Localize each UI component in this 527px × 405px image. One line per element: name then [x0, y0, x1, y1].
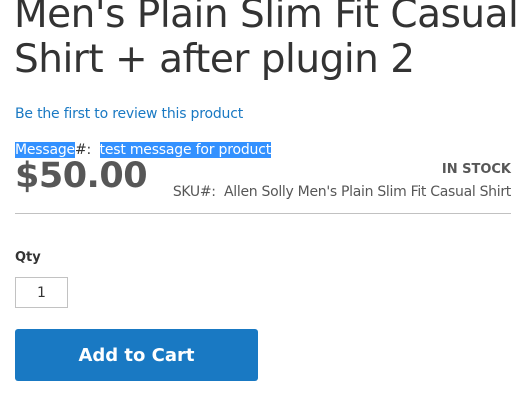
product-title: Men's Plain Slim Fit Casual Shirt + afte…: [14, 0, 519, 82]
add-to-cart-button[interactable]: Add to Cart: [15, 329, 258, 381]
product-price: $50.00: [15, 156, 148, 196]
qty-label: Qty: [15, 250, 41, 265]
product-sku: SKU#: Allen Solly Men's Plain Slim Fit C…: [173, 184, 511, 200]
sku-label: SKU#:: [172, 184, 224, 200]
qty-input[interactable]: [15, 277, 68, 308]
stock-status: IN STOCK: [441, 162, 511, 177]
sku-value: Allen Solly Men's Plain Slim Fit Casual …: [224, 184, 511, 200]
review-link[interactable]: Be the first to review this product: [15, 106, 243, 122]
divider: [15, 213, 511, 214]
